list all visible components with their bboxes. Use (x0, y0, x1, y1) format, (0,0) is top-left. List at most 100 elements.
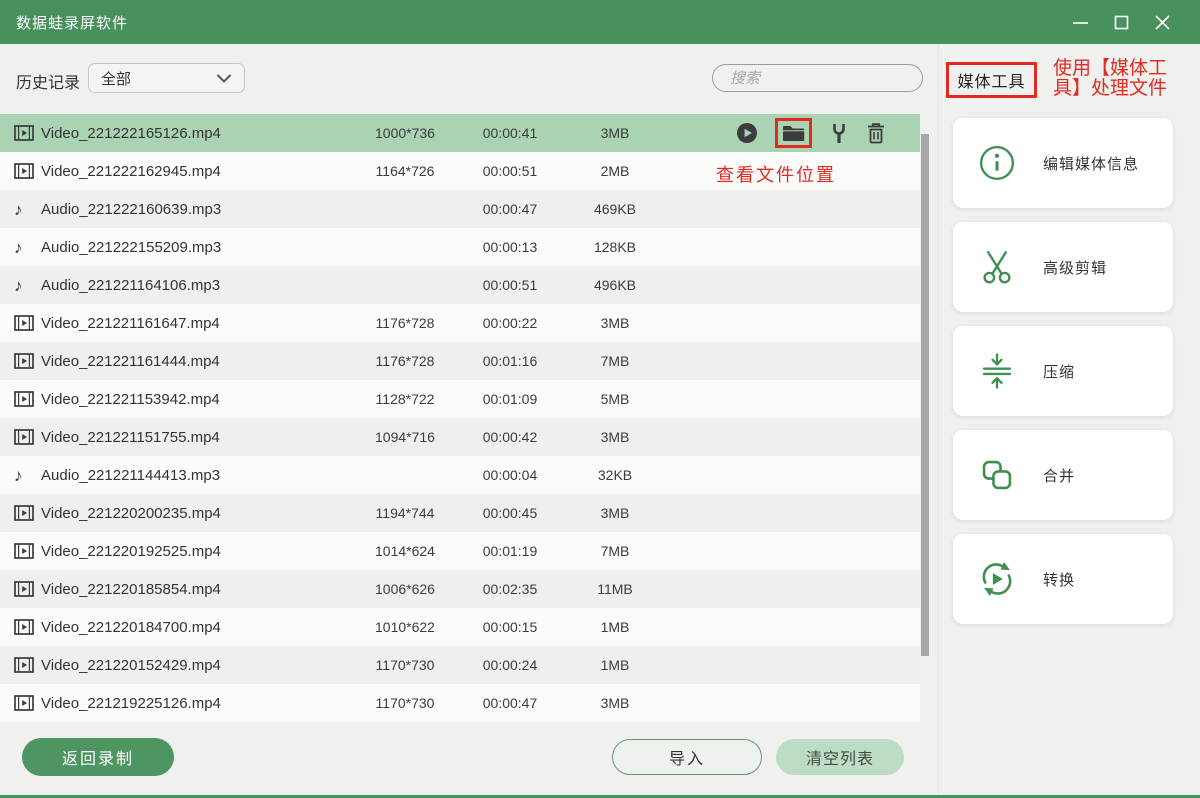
file-name: Video_221219225126.mp4 (41, 694, 221, 712)
recording-row[interactable]: ♪ Audio_221222155209.mp3 00:00:13 128KB (0, 228, 920, 266)
file-duration: 00:00:04 (482, 467, 538, 483)
close-button[interactable] (1155, 14, 1170, 30)
file-size: 3MB (600, 125, 630, 141)
history-label: 历史记录 (16, 75, 81, 92)
file-size: 1MB (600, 619, 630, 635)
minimize-button[interactable] (1073, 15, 1088, 30)
recording-row[interactable]: Video_221221161647.mp4 1176*728 00:00:22… (0, 304, 920, 342)
file-duration: 00:01:09 (482, 391, 538, 407)
file-duration: 00:00:41 (482, 125, 538, 141)
play-button[interactable] (736, 122, 758, 144)
file-name: Video_221222165126.mp4 (41, 124, 221, 142)
media-tool-label: 压缩 (1043, 363, 1076, 381)
recording-row[interactable]: ♪ Audio_221221144413.mp3 00:00:04 32KB (0, 456, 920, 494)
recording-row[interactable]: ♪ Audio_221221164106.mp3 00:00:51 496KB (0, 266, 920, 304)
file-location-callout: 查看文件位置 (716, 165, 836, 185)
file-size: 7MB (600, 353, 630, 369)
file-duration: 00:00:47 (482, 695, 538, 711)
back-to-record-button[interactable]: 返回录制 (22, 738, 174, 776)
file-name: Video_221221153942.mp4 (41, 390, 220, 408)
file-name: Video_221220185854.mp4 (41, 580, 221, 598)
file-duration: 00:00:51 (482, 163, 538, 179)
media-tool-card-scissors[interactable]: 高级剪辑 (953, 222, 1173, 312)
filter-dropdown[interactable]: 全部 (88, 63, 245, 93)
recording-row[interactable]: Video_221220200235.mp4 1194*744 00:00:45… (0, 494, 920, 532)
minimize-icon (1073, 21, 1088, 24)
recording-row[interactable]: Video_221220152429.mp4 1170*730 00:00:24… (0, 646, 920, 684)
window-controls (1073, 14, 1184, 30)
folder-highlight-box (775, 118, 812, 148)
title-bar: 数据蛙录屏软件 (0, 0, 1200, 44)
video-file-icon (14, 695, 34, 711)
audio-file-icon: ♪ (14, 465, 23, 485)
file-name: Video_221220184700.mp4 (41, 618, 221, 636)
video-file-icon (14, 391, 34, 407)
import-button[interactable]: 导入 (612, 739, 762, 775)
filter-value: 全部 (101, 70, 132, 88)
file-duration: 00:01:16 (482, 353, 538, 369)
video-file-icon (14, 163, 34, 179)
audio-file-icon: ♪ (14, 199, 23, 219)
media-tool-label: 高级剪辑 (1043, 259, 1108, 277)
file-size: 1MB (600, 657, 630, 673)
video-file-icon (14, 315, 34, 331)
recording-row[interactable]: Video_221219225126.mp4 1170*730 00:00:47… (0, 684, 920, 722)
recording-row[interactable]: Video_221222165126.mp4 1000*736 00:00:41… (0, 114, 920, 152)
recording-list: Video_221222165126.mp4 1000*736 00:00:41… (0, 114, 920, 722)
file-duration: 00:00:24 (482, 657, 538, 673)
file-resolution: 1176*728 (375, 315, 435, 331)
tools-button[interactable] (829, 122, 849, 144)
file-size: 2MB (600, 163, 630, 179)
file-name: Video_221220152429.mp4 (41, 656, 221, 674)
file-name: Video_221221161647.mp4 (41, 314, 220, 332)
media-tool-card-merge[interactable]: 合并 (953, 430, 1173, 520)
file-resolution: 1094*716 (375, 429, 435, 445)
file-resolution: 1194*744 (375, 505, 435, 521)
recording-row[interactable]: Video_221221153942.mp4 1128*722 00:01:09… (0, 380, 920, 418)
app-title: 数据蛙录屏软件 (16, 14, 129, 32)
file-duration: 00:00:13 (482, 239, 538, 255)
file-duration: 00:00:42 (482, 429, 538, 445)
file-duration: 00:00:15 (482, 619, 538, 635)
video-file-icon (14, 429, 34, 445)
search-input[interactable] (730, 69, 929, 87)
file-size: 5MB (600, 391, 630, 407)
recording-row[interactable]: Video_221221151755.mp4 1094*716 00:00:42… (0, 418, 920, 456)
search-box[interactable] (712, 64, 929, 92)
file-resolution: 1000*736 (375, 125, 435, 141)
file-size: 3MB (600, 695, 630, 711)
folder-button[interactable] (782, 124, 805, 142)
file-resolution: 1164*726 (375, 163, 435, 179)
file-duration: 00:00:45 (482, 505, 538, 521)
folder-icon (783, 126, 805, 141)
merge-icon (982, 460, 1012, 490)
video-file-icon (14, 505, 34, 521)
file-name: Audio_221221144413.mp3 (41, 466, 221, 484)
list-scrollbar[interactable] (921, 134, 929, 656)
media-tool-card-compress[interactable]: 压缩 (953, 326, 1173, 416)
media-tool-card-convert[interactable]: 转换 (953, 534, 1173, 624)
maximize-icon (1114, 15, 1129, 29)
file-name: Video_221220192525.mp4 (41, 542, 221, 560)
media-tool-card-info-circle[interactable]: 编辑媒体信息 (953, 118, 1173, 208)
delete-button[interactable] (866, 122, 886, 144)
video-file-icon (14, 125, 34, 141)
recording-row[interactable]: Video_221220185854.mp4 1006*626 00:02:35… (0, 570, 920, 608)
file-name: Audio_221221164106.mp3 (41, 276, 221, 294)
close-icon (1155, 14, 1170, 30)
file-name: Audio_221222155209.mp3 (41, 238, 222, 256)
convert-icon (982, 561, 1012, 597)
recording-row[interactable]: ♪ Audio_221222160639.mp3 00:00:47 469KB (0, 190, 920, 228)
file-duration: 00:00:51 (482, 277, 538, 293)
play-icon (737, 123, 757, 143)
maximize-button[interactable] (1114, 15, 1129, 30)
file-duration: 00:00:47 (482, 201, 538, 217)
media-tool-label: 转换 (1043, 571, 1076, 589)
recording-row[interactable]: Video_221220184700.mp4 1010*622 00:00:15… (0, 608, 920, 646)
recording-row[interactable]: Video_221220192525.mp4 1014*624 00:01:19… (0, 532, 920, 570)
file-resolution: 1010*622 (375, 619, 435, 635)
file-resolution: 1014*624 (375, 543, 435, 559)
clear-list-button[interactable]: 清空列表 (776, 739, 904, 775)
trash-icon (868, 123, 884, 144)
recording-row[interactable]: Video_221221161444.mp4 1176*728 00:01:16… (0, 342, 920, 380)
